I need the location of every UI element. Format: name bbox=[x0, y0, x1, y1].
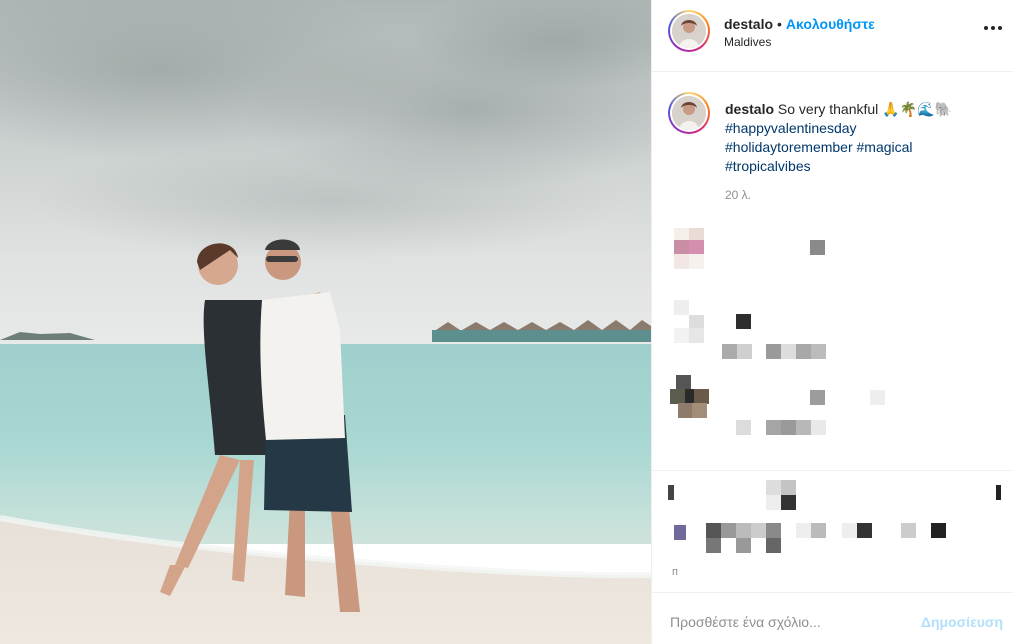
username-link[interactable]: destalo bbox=[724, 16, 773, 32]
comment-text-pixelated bbox=[722, 314, 842, 362]
avatar-photo bbox=[672, 96, 706, 130]
location-link[interactable]: Maldives bbox=[724, 35, 771, 49]
post-photo[interactable] bbox=[0, 0, 651, 644]
post-timestamp[interactable]: 20 λ. bbox=[725, 188, 751, 202]
caption-text: destalo So very thankful 🙏🌴🌊🐘 #happyvale… bbox=[725, 100, 995, 176]
caption-avatar[interactable] bbox=[668, 92, 710, 134]
action-icons-pixelated bbox=[668, 480, 1008, 510]
hashtag-link[interactable]: #magical bbox=[857, 139, 913, 155]
hashtag-link[interactable]: #tropicalvibes bbox=[725, 157, 995, 176]
post-header: destalo • Ακολουθήστε Maldives bbox=[652, 0, 1013, 72]
avatar-photo bbox=[672, 14, 706, 48]
comment-avatar-pixelated bbox=[674, 300, 710, 346]
post-side-panel: destalo • Ακολουθήστε Maldives destalo So … bbox=[651, 0, 1013, 644]
avatar[interactable] bbox=[668, 10, 710, 52]
caption-username[interactable]: destalo bbox=[725, 101, 774, 117]
more-options-icon[interactable] bbox=[984, 26, 1002, 32]
hashtag-link[interactable]: #happyvalentinesday bbox=[725, 119, 995, 138]
comment-avatar-pixelated bbox=[674, 228, 706, 269]
likes-pixelated bbox=[674, 523, 974, 555]
separator-dot: • bbox=[777, 16, 782, 32]
comment-text-pixelated bbox=[736, 390, 896, 436]
post-comment-button[interactable]: Δημοσίευση bbox=[921, 614, 1003, 630]
hashtag-link[interactable]: #holidaytoremember bbox=[725, 139, 853, 155]
divider bbox=[652, 592, 1013, 593]
caption-body: So very thankful 🙏🌴🌊🐘 bbox=[777, 101, 952, 117]
partial-glyph: п bbox=[672, 566, 678, 578]
comment-input[interactable]: Προσθέστε ένα σχόλιο... bbox=[670, 614, 821, 630]
follow-button[interactable]: Ακολουθήστε bbox=[786, 16, 875, 32]
beach-couple-image bbox=[0, 0, 651, 644]
comment-avatar-pixelated bbox=[670, 375, 709, 421]
divider bbox=[652, 470, 1013, 471]
comment-text-pixelated bbox=[810, 240, 830, 256]
